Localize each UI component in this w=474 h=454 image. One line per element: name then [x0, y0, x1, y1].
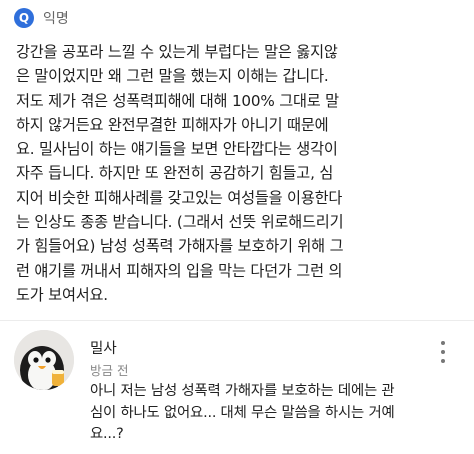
- more-dot: [441, 350, 445, 354]
- question-badge-icon: Q: [14, 8, 34, 28]
- more-dot: [441, 341, 445, 345]
- penguin-avatar-icon[interactable]: [14, 330, 74, 390]
- post-body: 강간을 공포라 느낄 수 있는게 부럽다는 말은 옳지않 은 말이었지만 왜 그…: [16, 43, 344, 304]
- more-vertical-icon[interactable]: [434, 338, 452, 366]
- comment-timestamp: 방금 전: [90, 363, 129, 378]
- divider: [0, 320, 474, 321]
- comment-author[interactable]: 밀사: [90, 337, 117, 358]
- post-author[interactable]: 익명: [43, 8, 69, 28]
- post-header: Q 익명: [14, 8, 69, 28]
- comment-body: 아니 저는 남성 성폭력 가해자를 보호하는 데에는 관 심이 하나도 없어요.…: [90, 383, 395, 442]
- more-dot: [441, 359, 445, 363]
